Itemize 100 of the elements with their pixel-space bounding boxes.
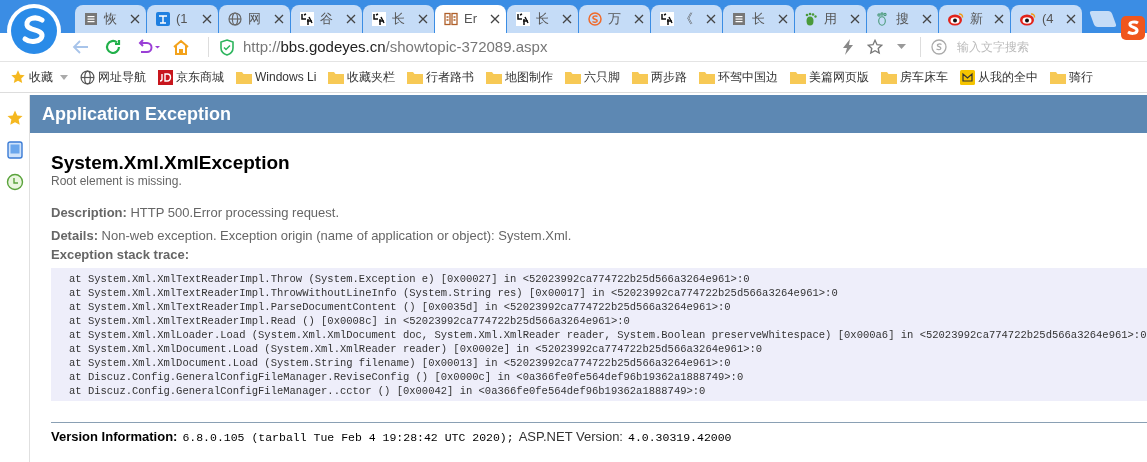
shield-icon [219,38,235,56]
folder-icon [699,70,716,84]
browser-tab[interactable]: 万 [579,5,650,33]
address-field[interactable]: http://bbs.godeyes.cn/showtopic-372089.aspx [243,35,548,59]
undo-icon[interactable] [136,38,162,56]
bookmark-label: Windows Li [255,69,317,86]
tab-title: (1 [176,10,188,29]
browser-tab[interactable]: 搜 [867,5,938,33]
bookmark-item[interactable]: 两步路 [632,68,688,86]
square-icon [156,12,170,26]
footprint-icon [876,12,890,26]
shop-icon [158,69,173,85]
bookmark-label: 骑行 [1069,69,1094,86]
browser-tab[interactable]: 网 [219,5,290,33]
eye-icon [948,12,964,26]
stack-trace-line: at System.Xml.XmlTextReaderImpl.ParseDocumentContent () [0x0035d] in <52023992ca774722b25d566a3264e961>:0 [69,300,731,314]
tab-title: 谷 [320,10,333,29]
reload-icon[interactable] [104,38,122,56]
version-value: 6.8.0.105 (tarball Tue Feb 4 19:28:42 UTC 2020); [182,430,514,446]
close-icon[interactable] [562,14,572,24]
bookmark-item[interactable]: Windows Li [236,68,317,86]
bookmark-item[interactable]: 美篇网页版 [790,68,870,86]
tab-title: 新 [970,10,983,29]
stack-trace-line: at Discuz.Config.GeneralConfigFileManager..cctor () [0x00042] in <0a366fe0fe564def96b19362a1888749>:0 [69,384,706,398]
bookmark-label: 京东商城 [176,69,224,86]
folder-icon [486,70,503,84]
close-icon[interactable] [346,14,356,24]
tab-title: 《 [680,10,693,29]
close-icon[interactable] [1066,14,1076,24]
close-icon[interactable] [778,14,788,24]
bookmark-item[interactable]: 从我的全中 [960,68,1039,86]
bookmark-item[interactable]: 收藏 [10,68,68,86]
stack-trace-line: at System.Xml.XmlLoader.Load (System.Xml.XmlDocument doc, System.Xml.XmlReader reader, System.Boolean preserveWhitespace) [0x000a6] in <52023992ca774722b25d566a3264e961>:0 [69,328,1147,342]
bookmark-label: 美篇网页版 [809,69,870,86]
close-icon[interactable] [706,14,716,24]
browser-tab[interactable]: 《 [651,5,722,33]
tab-title: 长 [536,10,549,29]
browser-tab[interactable]: (1 [147,5,218,33]
close-icon[interactable] [202,14,212,24]
bookmark-label: 房车床车 [900,69,949,86]
bookmark-item[interactable]: 京东商城 [158,68,224,86]
folder-icon [236,70,252,84]
bookmark-label: 地图制作 [505,69,554,86]
stack-trace-line: at System.Xml.XmlTextReaderImpl.Read () [0x0008c] in <52023992ca774722b25d566a3264e961>:0 [69,314,630,328]
exception-message: Root element is missing. [51,174,183,188]
bookmark-item[interactable]: 收藏夹栏 [328,68,396,86]
star-icon[interactable] [5,109,24,127]
page-header: Application Exception [30,95,1147,133]
exception-title: System.Xml.XmlException [51,152,291,174]
tab-title: 搜 [896,10,909,29]
lightning-icon[interactable] [841,39,855,55]
caret-icon[interactable] [897,44,906,50]
bookmark-label: 收藏夹栏 [347,69,396,86]
folder-icon [790,70,807,84]
details-text: Details: Non-web exception. Exception origin (name of application or object): System.Xml. [51,227,573,245]
browser-tab[interactable]: 谷 [291,5,362,33]
close-icon[interactable] [490,14,500,24]
star-icon[interactable] [867,39,883,55]
bookmark-item[interactable]: 六只脚 [565,68,621,86]
browser-tab[interactable]: 长 [363,5,434,33]
folder-icon [881,70,898,84]
browser-tab[interactable]: 新 [939,5,1010,33]
tab-title: 万 [608,10,621,29]
search-field[interactable]: 输入文字搜索 [957,38,1127,56]
clock-icon[interactable] [5,173,24,191]
close-icon[interactable] [850,14,860,24]
close-icon[interactable] [418,14,428,24]
bookmark-item[interactable]: 房车床车 [881,68,949,86]
stack-trace-label: Exception stack trace: [51,246,190,264]
tab-title: Er [464,10,477,29]
browser-tab[interactable]: 用 [795,5,866,33]
bookmark-item[interactable]: 骑行 [1050,68,1094,86]
globe-icon [228,12,242,26]
close-icon[interactable] [274,14,284,24]
tablet-icon[interactable] [6,141,23,159]
close-icon[interactable] [994,14,1004,24]
envelope-icon [960,69,976,85]
close-icon[interactable] [130,14,140,24]
close-icon[interactable] [634,14,644,24]
stack-trace-line: at System.Xml.XmlTextReaderImpl.ThrowWithoutLineInfo (System.String res) [0x00017] in <52023992ca774722b25d566a3264e961>:0 [69,286,838,300]
bookmark-item[interactable]: 网址导航 [80,68,146,86]
bookmark-label: 收藏 [29,69,53,86]
browser-tab[interactable]: 长 [723,5,794,33]
bookmark-item[interactable]: 行者路书 [407,68,475,86]
bookmark-label: 行者路书 [426,69,475,86]
folder-icon [565,70,582,84]
tab-title: 恢 [104,10,117,29]
close-icon[interactable] [922,14,932,24]
stack-trace-line: at System.Xml.XmlDocument.Load (System.Xml.XmlReader reader) [0x0002e] in <52023992ca774722b25d566a3264e961>:0 [69,342,763,356]
bookmark-item[interactable]: 环驾中国边 [699,68,779,86]
bookmark-item[interactable]: 地图制作 [486,68,554,86]
browser-tab[interactable]: Er [435,5,506,33]
tab-title: 网 [248,10,261,29]
bookmark-label: 六只脚 [584,69,621,86]
browser-tab[interactable]: 恢 [75,5,146,33]
browser-tab[interactable]: (4 [1011,5,1082,33]
browser-tab[interactable]: 长 [507,5,578,33]
bookmark-label: 环驾中国边 [718,69,779,86]
folder-icon [407,70,424,84]
stack-trace-line: at System.Xml.XmlDocument.Load (System.String filename) [0x00013] in <52023992ca774722b25d566a3264e961>:0 [69,356,731,370]
